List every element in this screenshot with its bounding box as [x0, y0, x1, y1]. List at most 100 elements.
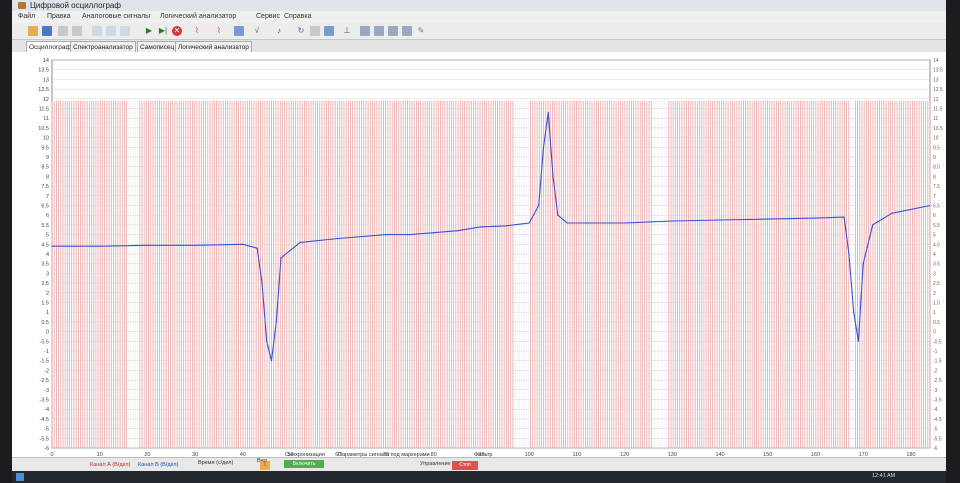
y-tick-label: 0 — [46, 330, 49, 336]
y-tick-label-right: 7.5 — [933, 184, 940, 190]
y-tick-label-right: 9 — [933, 155, 936, 161]
series-point — [547, 111, 549, 113]
toolbar: ▶ ▶| ✕ ⌇ ⌇ √ ♪ ↻ ⊥ ✎ — [12, 23, 946, 40]
y-tick-label: 0.5 — [41, 320, 49, 326]
series-point — [456, 230, 459, 232]
view-button[interactable]: T — [260, 461, 270, 470]
zoom-in-icon[interactable] — [92, 26, 102, 36]
y-tick-label-right: 10.5 — [933, 126, 943, 132]
math-icon[interactable]: √ — [252, 26, 262, 36]
series-point — [538, 204, 540, 207]
zoom-out-icon[interactable] — [106, 26, 116, 36]
menu-service[interactable]: Сервис — [256, 11, 280, 23]
series-point — [767, 218, 769, 220]
y-tick-label-right: 1 — [933, 310, 936, 316]
y-tick-label: 8 — [46, 174, 49, 180]
zoom-fit-icon[interactable] — [120, 26, 130, 36]
y-tick-label-right: 7 — [933, 194, 936, 200]
series-point — [280, 257, 282, 259]
y-tick-label: 13.5 — [38, 68, 49, 74]
y-tick-label: 3 — [46, 271, 49, 277]
y-tick-label-right: -5 — [933, 427, 938, 433]
cursor-icon[interactable]: ⊥ — [342, 26, 352, 36]
start-icon[interactable] — [16, 473, 24, 481]
step-icon[interactable]: ▶| — [158, 26, 168, 36]
y-tick-label-right: 11.5 — [933, 107, 943, 113]
screen-icon[interactable] — [324, 26, 334, 36]
y-tick-label-right: 12 — [933, 97, 939, 103]
refresh-icon[interactable]: ↻ — [296, 26, 306, 36]
y-tick-label-right: -1 — [933, 349, 938, 355]
menu-logic-analyzer[interactable]: Логический анализатор — [160, 11, 236, 23]
tab-oscilloscope[interactable]: Осциллограф — [26, 41, 74, 52]
y-tick-label-right: -2 — [933, 368, 938, 374]
y-tick-label: 6 — [46, 213, 49, 219]
time-label: Время (с/дел) — [198, 460, 234, 466]
grid-1-icon[interactable] — [360, 26, 370, 36]
marker-params-label: Параметры сигнала под маркерами — [338, 452, 430, 458]
y-tick-label: 9.5 — [41, 145, 49, 151]
series-point — [671, 220, 673, 222]
y-tick-label-right: 1.5 — [933, 301, 940, 307]
channel-a-label[interactable]: Канал А (В/дел) — [90, 462, 130, 468]
y-tick-label: -5.5 — [40, 436, 49, 442]
oscilloscope-plot[interactable]: 14 13.5 13 12.5 12 11.5 11 10.5 10 9.5 9 8.5 8 7.5 7 6.… — [12, 52, 946, 458]
y-tick-label: -2.5 — [40, 378, 49, 384]
y-tick-label: 2.5 — [41, 281, 49, 287]
series-point — [891, 212, 893, 214]
print-preview-icon[interactable] — [72, 26, 82, 36]
y-tick-label: -1 — [44, 349, 49, 355]
y-tick-label-right: 9.5 — [933, 145, 940, 151]
open-icon[interactable] — [28, 26, 38, 36]
y-tick-label: 10.5 — [38, 126, 49, 132]
app-icon — [18, 2, 26, 9]
sound-icon[interactable]: ♪ — [274, 26, 284, 36]
grid-4-icon[interactable] — [402, 26, 412, 36]
channel-b-label[interactable]: Канал В (В/дел) — [138, 462, 178, 468]
stop-button[interactable]: Стоп — [452, 461, 478, 470]
y-tick-label: 12.5 — [38, 87, 49, 93]
series-point — [299, 241, 301, 243]
grid-3-icon[interactable] — [388, 26, 398, 36]
y-tick-label-right: -0.5 — [933, 339, 942, 345]
capture-icon[interactable] — [310, 26, 320, 36]
tab-recorder[interactable]: Самописец — [137, 41, 178, 52]
window-title: Цифровой осциллограф — [30, 1, 121, 10]
y-tick-label-right: 12.5 — [933, 87, 943, 93]
sync-enable-button[interactable]: Включить — [284, 460, 324, 468]
tab-bar: Осциллограф Спектроанализатор Самописец … — [12, 40, 946, 52]
menu-analog-signals[interactable]: Аналоговые сигналы — [82, 11, 150, 23]
channel-icon[interactable] — [234, 26, 244, 36]
save-icon[interactable] — [42, 26, 52, 36]
menu-help[interactable]: Справка — [284, 11, 311, 23]
y-tick-label: 5.5 — [41, 223, 49, 229]
series-point — [433, 232, 435, 234]
settings-icon[interactable]: ✎ — [416, 26, 426, 36]
menu-file[interactable]: Файл — [18, 11, 35, 23]
series-point — [337, 237, 339, 240]
y-tick-label: 4.5 — [41, 242, 49, 248]
print-icon[interactable] — [58, 26, 68, 36]
y-tick-label-right: 0.5 — [933, 320, 940, 326]
y-tick-label: -2 — [44, 368, 49, 374]
tab-logic-analyzer[interactable]: Логический анализатор — [175, 41, 252, 52]
y-tick-label: -3 — [44, 388, 49, 394]
y-tick-label: 8.5 — [41, 165, 49, 171]
tab-spectrum-analyzer[interactable]: Спектроанализатор — [70, 41, 136, 52]
series-point — [719, 219, 721, 221]
menu-edit[interactable]: Правка — [47, 11, 71, 23]
play-icon[interactable]: ▶ — [144, 26, 154, 36]
y-tick-label-right: 4 — [933, 252, 936, 258]
y-tick-label-right: 11 — [933, 116, 938, 122]
stop-icon[interactable]: ✕ — [172, 26, 182, 36]
grid-2-icon[interactable] — [374, 26, 384, 36]
y-tick-label-right: 3.5 — [933, 262, 940, 268]
y-tick-label: 9 — [46, 155, 49, 161]
y-tick-label: 5 — [46, 233, 49, 239]
series-point — [504, 225, 506, 227]
trigger-b-icon[interactable]: ⌇ — [214, 26, 224, 36]
series-point — [857, 340, 860, 342]
trigger-a-icon[interactable]: ⌇ — [192, 26, 202, 36]
y-tick-label: 2 — [46, 291, 49, 297]
series-point — [194, 244, 196, 246]
